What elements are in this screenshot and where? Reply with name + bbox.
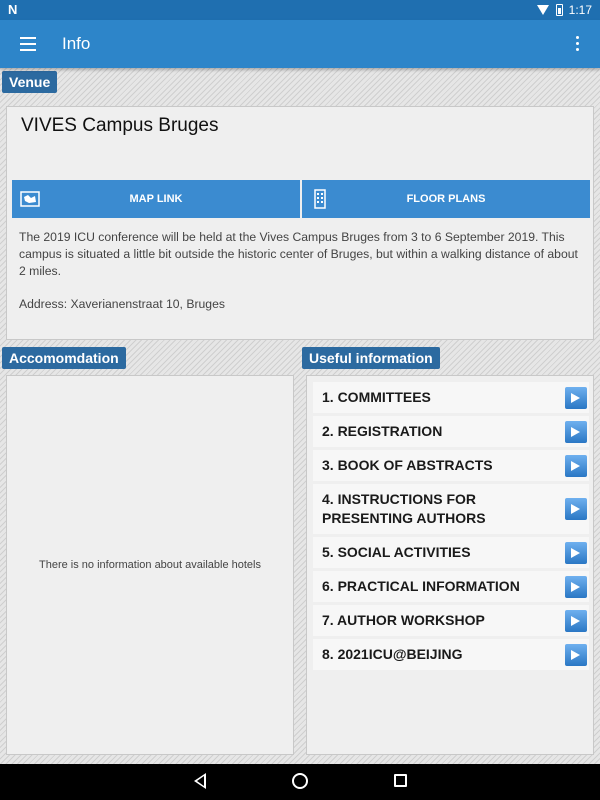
app-bar: Info <box>0 20 600 68</box>
list-item-committees[interactable]: 1. COMMITTEES <box>313 382 589 413</box>
map-link-button[interactable]: MAP LINK <box>12 180 300 218</box>
list-item-label: 1. COMMITTEES <box>322 389 431 405</box>
list-item-book-of-abstracts[interactable]: 3. BOOK OF ABSTRACTS <box>313 450 589 481</box>
useful-info-list: 1. COMMITTEES 2. REGISTRATION 3. BOOK OF… <box>313 382 589 673</box>
list-item-label: 3. BOOK OF ABSTRACTS <box>322 457 493 473</box>
arrow-right-icon[interactable] <box>565 609 587 632</box>
battery-icon <box>555 4 563 16</box>
content-area: Venue VIVES Campus Bruges MAP LINK FLOOR… <box>0 68 600 764</box>
recent-apps-icon[interactable] <box>394 774 407 787</box>
back-icon[interactable] <box>194 773 206 789</box>
page-title: Info <box>62 34 91 53</box>
status-bar: N 1:17 <box>0 0 600 20</box>
list-item-label: 5. SOCIAL ACTIVITIES <box>322 544 471 560</box>
wifi-icon <box>536 5 550 15</box>
arrow-right-icon[interactable] <box>565 643 587 666</box>
accommodation-section-label: Accomomdation <box>2 347 126 369</box>
accommodation-panel: There is no information about available … <box>6 375 294 755</box>
list-item-instructions[interactable]: 4. INSTRUCTIONS FOR PRESENTING AUTHORS <box>313 484 589 534</box>
menu-icon[interactable] <box>20 37 36 51</box>
home-icon[interactable] <box>292 773 308 789</box>
no-hotels-message: There is no information about available … <box>39 559 261 571</box>
arrow-right-icon[interactable] <box>565 454 587 477</box>
list-item-practical-information[interactable]: 6. PRACTICAL INFORMATION <box>313 571 589 602</box>
list-item-2021icu-beijing[interactable]: 8. 2021ICU@BEIJING <box>313 639 589 670</box>
venue-title: VIVES Campus Bruges <box>21 115 219 136</box>
floor-plans-button[interactable]: FLOOR PLANS <box>302 180 590 218</box>
list-item-label: 2. REGISTRATION <box>322 423 443 439</box>
arrow-right-icon[interactable] <box>565 575 587 598</box>
list-item-label: 4. INSTRUCTIONS FOR PRESENTING AUTHORS <box>322 491 486 526</box>
overflow-menu-icon[interactable] <box>576 36 580 52</box>
building-icon <box>314 189 326 209</box>
useful-info-panel: 1. COMMITTEES 2. REGISTRATION 3. BOOK OF… <box>306 375 594 755</box>
status-time: 1:17 <box>568 3 592 17</box>
list-item-social-activities[interactable]: 5. SOCIAL ACTIVITIES <box>313 537 589 568</box>
arrow-right-icon[interactable] <box>565 386 587 409</box>
list-item-registration[interactable]: 2. REGISTRATION <box>313 416 589 447</box>
venue-address: Address: Xaverianenstraat 10, Bruges <box>19 297 225 311</box>
list-item-label: 6. PRACTICAL INFORMATION <box>322 578 520 594</box>
notification-n-icon: N <box>8 2 18 17</box>
map-link-label: MAP LINK <box>129 193 183 205</box>
map-icon <box>20 191 40 207</box>
venue-description: The 2019 ICU conference will be held at … <box>19 230 578 278</box>
arrow-right-icon[interactable] <box>565 420 587 443</box>
useful-info-section-label: Useful information <box>302 347 440 369</box>
venue-panel: VIVES Campus Bruges MAP LINK FLOOR PLANS… <box>6 106 594 340</box>
list-item-author-workshop[interactable]: 7. AUTHOR WORKSHOP <box>313 605 589 636</box>
list-item-label: 8. 2021ICU@BEIJING <box>322 646 463 662</box>
floor-plans-label: FLOOR PLANS <box>406 193 486 205</box>
venue-section-label: Venue <box>2 71 58 93</box>
system-nav-bar <box>0 764 600 800</box>
arrow-right-icon[interactable] <box>565 541 587 564</box>
arrow-right-icon[interactable] <box>565 498 587 520</box>
list-item-label: 7. AUTHOR WORKSHOP <box>322 612 485 628</box>
